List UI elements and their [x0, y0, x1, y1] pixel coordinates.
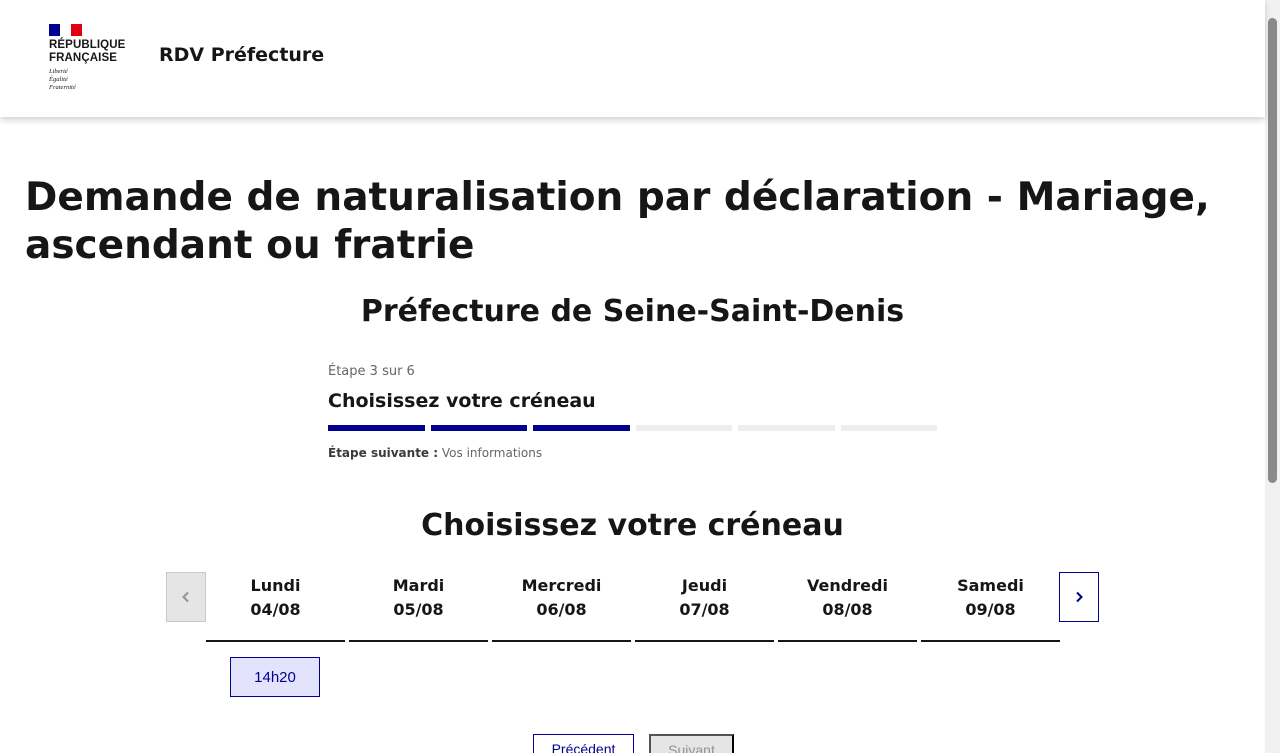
step-bar	[840, 425, 937, 431]
day-date: 08/08	[822, 600, 873, 619]
day-column: Samedi 09/08	[921, 572, 1060, 642]
logo-line: République	[49, 39, 126, 51]
devise-line: Égalité	[49, 76, 68, 83]
marianne-flag-icon	[49, 24, 82, 36]
devise-line: Fraternité	[49, 84, 76, 91]
day-name: Jeudi	[681, 576, 728, 595]
step-bar	[738, 425, 835, 431]
day-name: Mardi	[392, 576, 445, 595]
stepper: Étape 3 sur 6 Choisissez votre créneau É…	[328, 364, 938, 460]
service-title[interactable]: RDV Préfecture	[159, 44, 324, 66]
step-bar	[328, 425, 425, 431]
day-column: Mardi 05/08	[349, 572, 488, 642]
day-date: 04/08	[250, 600, 301, 619]
logo-text: République Française	[49, 39, 139, 65]
previous-button[interactable]: Précédent	[533, 734, 634, 753]
site-header: République Française Liberté Égalité Fra…	[0, 0, 1265, 117]
day-name: Samedi	[957, 576, 1024, 595]
devise-line: Liberté	[49, 68, 68, 75]
day-column: Vendredi 08/08	[778, 572, 917, 642]
day-date: 06/08	[536, 600, 587, 619]
step-next-label: Étape suivante :	[328, 446, 439, 460]
step-bar	[635, 425, 732, 431]
step-next-value: Vos informations	[441, 446, 543, 460]
step-bar	[533, 425, 630, 431]
day-column: Lundi 04/08	[206, 572, 345, 642]
step-progress	[328, 425, 938, 431]
page-scrollbar[interactable]	[1265, 0, 1280, 753]
scrollbar-thumb[interactable]	[1268, 18, 1277, 483]
day-date: 07/08	[679, 600, 730, 619]
day-date: 05/08	[393, 600, 444, 619]
time-slot-button[interactable]: 14h20	[230, 657, 320, 697]
page-title: Demande de naturalisation par déclaratio…	[25, 175, 1210, 268]
step-state: Étape 3 sur 6	[328, 364, 415, 379]
republique-francaise-logo[interactable]: République Française Liberté Égalité Fra…	[49, 24, 139, 92]
step-next: Étape suivante : Vos informations	[328, 446, 938, 460]
step-title: Choisissez votre créneau	[328, 390, 596, 412]
day-name: Vendredi	[807, 576, 888, 595]
calendar-days: Lundi 04/08 Mardi 05/08 Mercredi 06/08 Jeudi 07…	[206, 572, 1060, 642]
day-date: 09/08	[965, 600, 1016, 619]
step-bar	[430, 425, 527, 431]
chevron-left-icon	[182, 591, 189, 603]
logo-line: Française	[49, 52, 117, 64]
chevron-right-icon	[1076, 591, 1083, 603]
next-button[interactable]: Suivant	[649, 734, 734, 753]
previous-week-button[interactable]	[166, 572, 206, 622]
day-name: Lundi	[250, 576, 301, 595]
prefecture-title: Préfecture de Seine-Saint-Denis	[360, 294, 905, 329]
slot-section-title: Choisissez votre créneau	[421, 508, 844, 543]
day-column: Jeudi 07/08	[635, 572, 774, 642]
next-week-button[interactable]	[1059, 572, 1099, 622]
day-name: Mercredi	[521, 576, 602, 595]
devise: Liberté Égalité Fraternité	[49, 68, 139, 92]
day-column: Mercredi 06/08	[492, 572, 631, 642]
